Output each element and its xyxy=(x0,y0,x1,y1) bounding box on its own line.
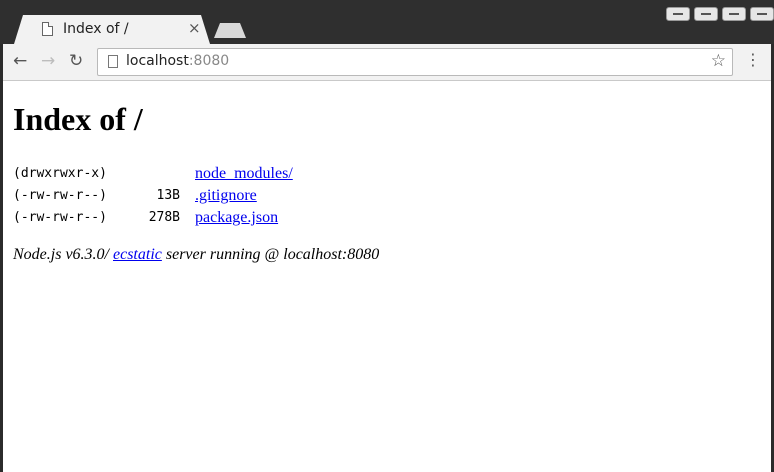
directory-listing: (drwxrwxr-x) node_modules/ (-rw-rw-r--) … xyxy=(13,162,293,228)
page-favicon-icon xyxy=(42,22,53,36)
entry-permissions: (drwxrwxr-x) xyxy=(13,165,107,181)
ecstatic-link[interactable]: ecstatic xyxy=(113,246,162,263)
footer-prefix: Node.js v6.3.0/ xyxy=(13,246,113,263)
close-window-button[interactable] xyxy=(750,7,774,21)
url-host: localhost xyxy=(126,53,189,69)
footer-suffix: server running @ localhost:8080 xyxy=(161,246,380,263)
new-tab-button[interactable] xyxy=(214,23,246,38)
window-titlebar: Index of / × xyxy=(0,0,774,44)
entry-link-node-modules[interactable]: node_modules/ xyxy=(195,165,293,182)
restore-window-button[interactable] xyxy=(722,7,746,21)
url-text[interactable]: localhost:8080 xyxy=(126,53,229,69)
browser-menu-icon[interactable]: ⋮ xyxy=(745,51,761,69)
forward-arrow-icon[interactable]: → xyxy=(41,52,55,70)
bookmark-star-icon[interactable]: ☆ xyxy=(711,51,726,71)
page-info-icon[interactable] xyxy=(108,55,118,68)
server-footer: Node.js v6.3.0/ ecstatic server running … xyxy=(13,246,379,264)
entry-size: 278B xyxy=(148,209,180,225)
listing-row: (-rw-rw-r--) 278B package.json xyxy=(13,206,293,228)
browser-toolbar: ← → ↻ localhost:8080 ☆ ⋮ xyxy=(3,44,771,81)
page-content: Index of / (drwxrwxr-x) node_modules/ (-… xyxy=(3,81,771,472)
tab-close-icon[interactable]: × xyxy=(188,19,201,37)
back-arrow-icon[interactable]: ← xyxy=(13,52,27,70)
url-port: :8080 xyxy=(188,53,230,69)
entry-size xyxy=(128,162,195,184)
listing-row: (-rw-rw-r--) 13B .gitignore xyxy=(13,184,293,206)
page-heading: Index of / xyxy=(13,101,143,137)
entry-link-package-json[interactable]: package.json xyxy=(195,209,278,226)
entry-size: 13B xyxy=(156,187,180,203)
entry-permissions: (-rw-rw-r--) xyxy=(13,209,107,225)
reload-icon[interactable]: ↻ xyxy=(69,52,83,70)
address-bar[interactable]: localhost:8080 ☆ xyxy=(97,48,733,76)
maximize-window-button[interactable] xyxy=(694,7,718,21)
minimize-window-button[interactable] xyxy=(666,7,690,21)
listing-row: (drwxrwxr-x) node_modules/ xyxy=(13,162,293,184)
entry-permissions: (-rw-rw-r--) xyxy=(13,187,107,203)
tab-index[interactable]: Index of / × xyxy=(14,15,210,44)
entry-link-gitignore[interactable]: .gitignore xyxy=(195,187,257,204)
tab-title: Index of / xyxy=(63,21,129,37)
